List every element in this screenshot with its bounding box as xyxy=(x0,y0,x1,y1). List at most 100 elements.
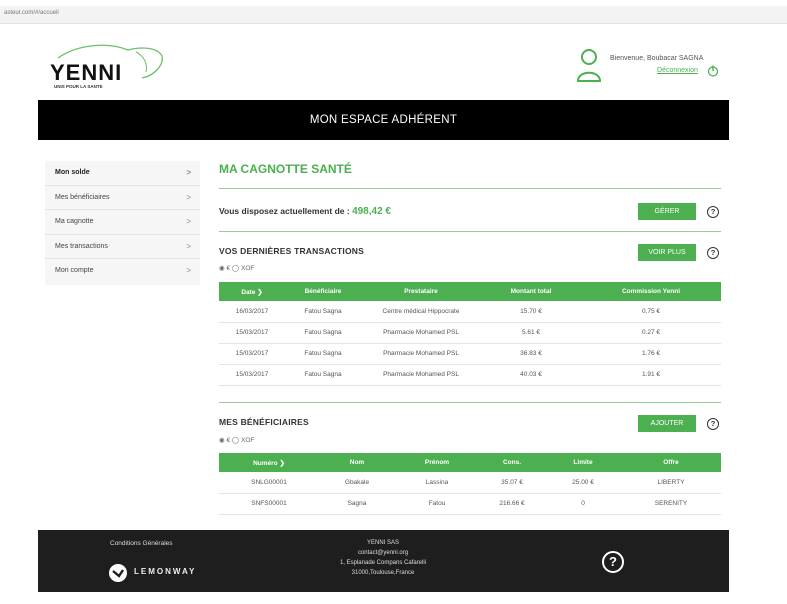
cell-name: Sagna xyxy=(319,493,395,515)
cell-number: SNLG00001 xyxy=(219,472,319,494)
currency-toggle[interactable]: ◉ € ◯ XOF xyxy=(219,436,254,444)
sidebar-item-label: Mon solde xyxy=(55,169,90,176)
table-row: 15/03/2017 Fatou Sagna Pharmacie Mohamed… xyxy=(219,322,721,344)
company-city: 31000,Toulouse,France xyxy=(351,570,415,576)
column-header-offer: Offre xyxy=(621,453,721,472)
sidebar-item-label: Mon compte xyxy=(55,267,94,274)
currency-toggle[interactable]: ◉ € ◯ XOF xyxy=(219,264,254,272)
help-icon[interactable]: ? xyxy=(707,418,719,430)
sidebar-item-label: Mes transactions xyxy=(55,242,108,250)
power-icon[interactable] xyxy=(707,65,719,77)
chevron-right-icon: > xyxy=(186,217,191,226)
sidebar-item-mon-compte[interactable]: Mon compte > xyxy=(45,259,200,284)
cell-date: 15/03/2017 xyxy=(219,343,285,365)
cell-beneficiary: Fatou Sagna xyxy=(285,364,361,386)
cell-commission: 1.91 € xyxy=(581,364,721,386)
terms-link[interactable]: Conditions Générales xyxy=(110,540,173,547)
column-header-limit: Limite xyxy=(545,453,621,472)
sidebar-item-mon-solde[interactable]: Mon solde > xyxy=(45,161,200,186)
help-icon[interactable]: ? xyxy=(707,206,719,218)
divider xyxy=(219,231,721,232)
table-header-row: Numéro ❯ Nom Prénom Cons. Limite Offre xyxy=(219,453,721,472)
cell-beneficiary: Fatou Sagna xyxy=(285,343,361,365)
url-text: asteur.com/#/accueil xyxy=(4,10,59,16)
company-info: YENNI SAS contact@yenni.org 1, Esplanade… xyxy=(318,538,448,578)
chevron-right-icon: > xyxy=(186,168,191,177)
table-row: 15/03/2017 Fatou Sagna Pharmacie Mohamed… xyxy=(219,364,721,386)
sidebar-item-mes-beneficiaires[interactable]: Mes bénéficiaires > xyxy=(45,186,200,210)
cell-total: 36.83 € xyxy=(481,343,581,365)
cell-provider: Centre médical Hippocrate xyxy=(361,301,481,323)
lemonway-logo[interactable]: LEMONWAY xyxy=(108,563,194,588)
column-header-number[interactable]: Numéro ❯ xyxy=(219,453,319,472)
cell-total: 15.70 € xyxy=(481,301,581,323)
balance-value: 498,42 € xyxy=(352,206,391,217)
table-row: 15/03/2017 Fatou Sagna Pharmacie Mohamed… xyxy=(219,343,721,365)
sidebar-item-label: Ma cagnotte xyxy=(55,218,94,225)
banner-title: MON ESPACE ADHÉRENT xyxy=(309,114,458,126)
sidebar-item-mes-transactions[interactable]: Mes transactions > xyxy=(45,235,200,259)
column-header-date[interactable]: Date ❯ xyxy=(219,282,285,301)
transactions-table: Date ❯ Bénéficiaire Prestataire Montant … xyxy=(219,282,721,386)
chevron-right-icon: > xyxy=(186,192,191,202)
yenni-logo[interactable]: YENNI UNIS POUR LA SANTE xyxy=(48,42,168,92)
column-header-commission: Commission Yenni xyxy=(581,282,721,301)
column-header-beneficiary: Bénéficiaire xyxy=(285,282,361,301)
cell-provider: Pharmacie Mohamed PSL xyxy=(361,322,481,344)
user-panel: Bienvenue, Boubacar SAGNA Déconnexion xyxy=(576,48,726,88)
cell-date: 15/03/2017 xyxy=(219,364,285,386)
company-address: 1, Esplanade Compans Cafarelli xyxy=(339,560,427,566)
cell-number: SNFS00001 xyxy=(219,493,319,515)
cell-provider: Pharmacie Mohamed PSL xyxy=(361,343,481,365)
company-name: YENNI SAS xyxy=(366,540,399,546)
page-footer: Conditions Générales LEMONWAY YENNI SAS … xyxy=(38,530,729,592)
divider xyxy=(219,402,721,403)
cell-limit: 0 xyxy=(545,493,621,515)
sidebar-item-label: Mes bénéficiaires xyxy=(55,193,110,201)
cell-date: 15/03/2017 xyxy=(219,322,285,344)
manage-button[interactable]: GÉRER xyxy=(638,203,696,220)
transactions-title: VOS DERNIÈRES TRANSACTIONS xyxy=(219,246,364,256)
divider xyxy=(219,188,721,189)
column-header-provider: Prestataire xyxy=(361,282,481,301)
cell-offer: SERENITY xyxy=(621,493,721,515)
sidebar-nav: Mon solde > Mes bénéficiaires > Ma cagno… xyxy=(45,161,200,285)
cell-date: 16/03/2017 xyxy=(219,301,285,323)
cell-consumption: 216.66 € xyxy=(479,493,545,515)
chevron-right-icon: > xyxy=(186,241,191,251)
cell-firstname: Lassina xyxy=(395,472,479,494)
footer-help-icon[interactable]: ? xyxy=(602,551,624,573)
column-header-total: Montant total xyxy=(481,282,581,301)
see-more-button[interactable]: VOIR PLUS xyxy=(638,244,696,261)
beneficiaries-table: Numéro ❯ Nom Prénom Cons. Limite Offre S… xyxy=(219,453,721,515)
cell-offer: LIBERTY xyxy=(621,472,721,494)
page-banner: MON ESPACE ADHÉRENT xyxy=(38,100,729,140)
balance-row: Vous disposez actuellement de : 498,42 € xyxy=(219,206,391,217)
company-email[interactable]: contact@yenni.org xyxy=(318,548,448,558)
cell-limit: 25.00 € xyxy=(545,472,621,494)
cell-provider: Pharmacie Mohamed PSL xyxy=(361,364,481,386)
column-header-name: Nom xyxy=(319,453,395,472)
lemonway-label: LEMONWAY xyxy=(134,567,197,576)
logo-wordmark: YENNI xyxy=(50,60,123,85)
cell-name: Gbakale xyxy=(319,472,395,494)
cell-beneficiary: Fatou Sagna xyxy=(285,322,361,344)
help-icon[interactable]: ? xyxy=(707,247,719,259)
table-row: SNFS00001 Sagna Fatou 216.66 € 0 SERENIT… xyxy=(219,493,721,515)
column-header-consumption: Cons. xyxy=(479,453,545,472)
cell-total: 40.03 € xyxy=(481,364,581,386)
add-beneficiary-button[interactable]: AJOUTER xyxy=(638,415,696,432)
cell-commission: 1.76 € xyxy=(581,343,721,365)
chevron-right-icon: > xyxy=(186,266,191,275)
browser-url-bar[interactable]: asteur.com/#/accueil xyxy=(0,6,787,24)
balance-label: Vous disposez actuellement de : xyxy=(219,206,350,216)
cell-firstname: Fatou xyxy=(395,493,479,515)
column-header-firstname: Prénom xyxy=(395,453,479,472)
table-row: SNLG00001 Gbakale Lassina 35.07 € 25.00 … xyxy=(219,472,721,494)
cell-beneficiary: Fatou Sagna xyxy=(285,301,361,323)
cell-consumption: 35.07 € xyxy=(479,472,545,494)
cell-total: 5.61 € xyxy=(481,322,581,344)
sidebar-item-ma-cagnotte[interactable]: Ma cagnotte > xyxy=(45,210,200,235)
welcome-text: Bienvenue, Boubacar SAGNA xyxy=(610,55,704,62)
logout-link[interactable]: Déconnexion xyxy=(657,67,698,74)
